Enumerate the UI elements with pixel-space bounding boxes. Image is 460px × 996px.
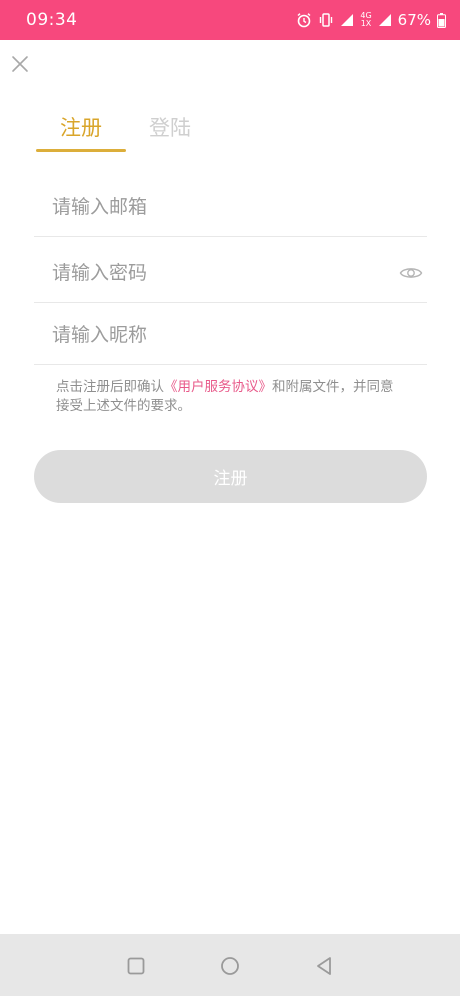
recents-icon: [127, 957, 145, 975]
tab-login-label: 登陆: [149, 116, 191, 140]
nickname-input[interactable]: [34, 323, 374, 346]
close-button[interactable]: [8, 52, 32, 76]
eye-icon: [399, 268, 423, 278]
register-button[interactable]: 注册: [34, 450, 427, 503]
user-agreement-link[interactable]: 《用户服务协议》: [164, 379, 272, 395]
tab-login[interactable]: 登陆: [148, 112, 192, 152]
tab-register-label: 注册: [60, 116, 102, 140]
nickname-field-row: [34, 305, 427, 365]
password-field-row: [34, 243, 427, 303]
password-visibility-toggle[interactable]: [399, 261, 425, 285]
battery-icon: [437, 12, 446, 28]
status-icons: 4G 1X 67%: [296, 11, 446, 29]
agreement-prefix: 点击注册后即确认: [56, 379, 164, 395]
status-bar: 09:34 4G 1X 67%: [0, 0, 460, 40]
home-icon: [221, 957, 239, 975]
email-field-row: [34, 177, 427, 237]
system-nav-bar: [0, 934, 460, 996]
tab-active-indicator: [36, 149, 126, 152]
network-type: 4G 1X: [360, 11, 372, 28]
password-input[interactable]: [34, 261, 374, 284]
vibrate-icon: [318, 12, 334, 28]
battery-percent: 67%: [397, 11, 431, 29]
alarm-icon: [296, 12, 312, 28]
tab-register[interactable]: 注册: [36, 112, 126, 152]
signal-4g-icon: [378, 13, 392, 27]
home-button[interactable]: [218, 954, 242, 978]
email-input[interactable]: [34, 195, 374, 218]
auth-tabs: 注册 登陆: [36, 112, 192, 152]
back-icon: [317, 957, 331, 975]
back-button[interactable]: [312, 954, 336, 978]
status-time: 09:34: [26, 10, 78, 30]
agreement-text: 点击注册后即确认《用户服务协议》和附属文件，并同意接受上述文件的要求。: [56, 378, 406, 416]
close-icon: [12, 56, 28, 72]
recents-button[interactable]: [124, 954, 148, 978]
signal-icon: [340, 13, 354, 27]
